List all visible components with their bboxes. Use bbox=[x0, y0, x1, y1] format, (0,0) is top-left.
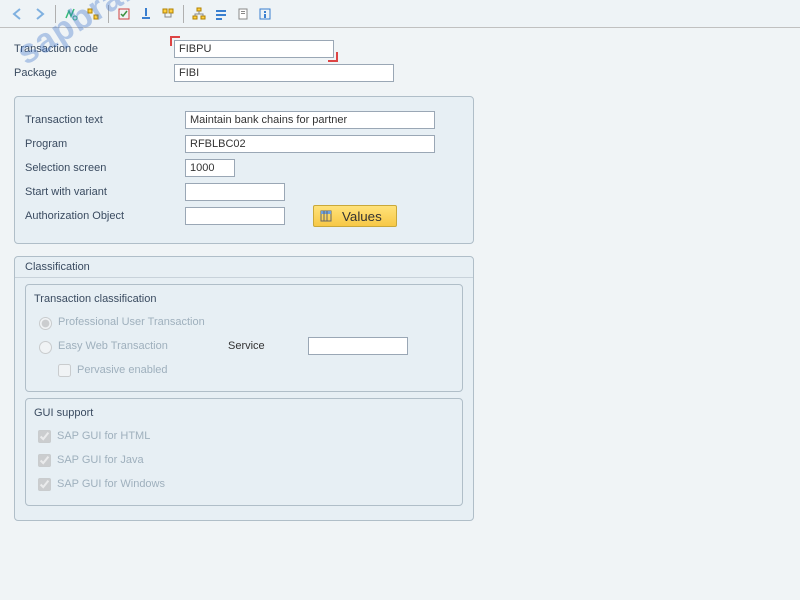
auth-object-field[interactable] bbox=[185, 207, 285, 225]
selection-screen-label: Selection screen bbox=[25, 162, 185, 174]
transaction-classification-box: Transaction classification Professional … bbox=[25, 284, 463, 392]
auth-object-label: Authorization Object bbox=[25, 210, 185, 222]
service-label: Service bbox=[228, 340, 308, 352]
check-icon[interactable] bbox=[114, 4, 134, 24]
transaction-code-label: Transaction code bbox=[14, 43, 174, 55]
gui-win-label: SAP GUI for Windows bbox=[57, 478, 165, 490]
transaction-classification-title: Transaction classification bbox=[34, 293, 454, 305]
display-change-icon[interactable] bbox=[61, 4, 81, 24]
transaction-text-field[interactable] bbox=[185, 111, 435, 129]
classification-title: Classification bbox=[15, 257, 473, 278]
gui-support-title: GUI support bbox=[34, 407, 454, 419]
gui-win-checkbox bbox=[38, 478, 51, 491]
transaction-details-group: Transaction text Program Selection scree… bbox=[14, 96, 474, 244]
test-icon[interactable] bbox=[211, 4, 231, 24]
forward-icon[interactable] bbox=[30, 4, 50, 24]
gui-java-label: SAP GUI for Java bbox=[57, 454, 144, 466]
selection-screen-field[interactable] bbox=[185, 159, 235, 177]
start-variant-label: Start with variant bbox=[25, 186, 185, 198]
service-field[interactable] bbox=[308, 337, 408, 355]
package-field[interactable] bbox=[174, 64, 394, 82]
back-icon[interactable] bbox=[8, 4, 28, 24]
main-content: Transaction code Package Transaction tex… bbox=[0, 28, 800, 541]
application-toolbar bbox=[0, 0, 800, 28]
grid-icon bbox=[320, 210, 332, 222]
documentation-icon[interactable] bbox=[233, 4, 253, 24]
package-label: Package bbox=[14, 67, 174, 79]
other-object-icon[interactable] bbox=[83, 4, 103, 24]
program-label: Program bbox=[25, 138, 185, 150]
values-button[interactable]: Values bbox=[313, 205, 397, 227]
gui-support-box: GUI support SAP GUI for HTML SAP GUI for… bbox=[25, 398, 463, 506]
easyweb-radio bbox=[39, 341, 52, 354]
professional-label: Professional User Transaction bbox=[58, 316, 205, 328]
program-field[interactable] bbox=[185, 135, 435, 153]
pervasive-checkbox bbox=[58, 364, 71, 377]
gui-html-label: SAP GUI for HTML bbox=[57, 430, 150, 442]
where-used-icon[interactable] bbox=[158, 4, 178, 24]
gui-java-checkbox bbox=[38, 454, 51, 467]
professional-radio bbox=[39, 317, 52, 330]
pervasive-label: Pervasive enabled bbox=[77, 364, 168, 376]
gui-html-checkbox bbox=[38, 430, 51, 443]
transaction-text-label: Transaction text bbox=[25, 114, 185, 126]
transaction-code-field[interactable] bbox=[174, 40, 334, 58]
easyweb-label: Easy Web Transaction bbox=[58, 340, 228, 352]
info-icon[interactable] bbox=[255, 4, 275, 24]
start-variant-field[interactable] bbox=[185, 183, 285, 201]
classification-group: Classification Transaction classificatio… bbox=[14, 256, 474, 521]
hierarchy-icon[interactable] bbox=[189, 4, 209, 24]
values-button-label: Values bbox=[342, 209, 382, 224]
activate-icon[interactable] bbox=[136, 4, 156, 24]
